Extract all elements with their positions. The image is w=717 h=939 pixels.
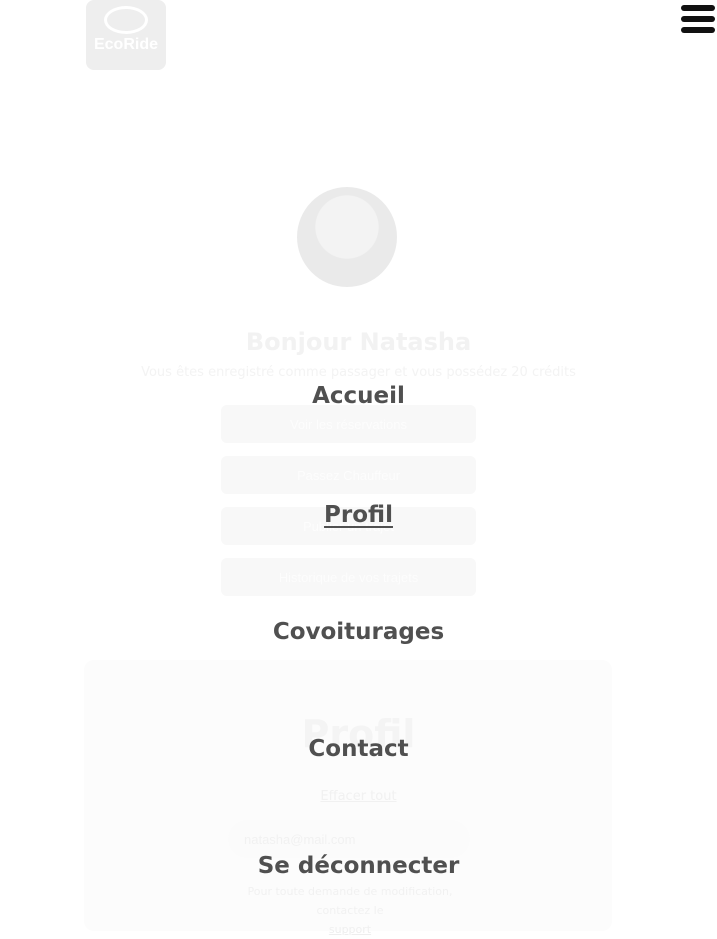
become-driver-button[interactable]: Passez Chauffeur	[221, 456, 476, 494]
profile-greeting: Bonjour Natasha	[245, 328, 472, 357]
account-status-text: Vous êtes enregistré comme passager et v…	[141, 365, 576, 380]
ecoride-logo[interactable]: EcoRide	[86, 0, 166, 70]
view-bookings-button[interactable]: Voir les réservations	[221, 405, 476, 443]
menu-icon-bar-top	[681, 5, 715, 11]
menu-item-covoiturages[interactable]: Covoiturages	[0, 619, 717, 645]
car-leaf-logo-icon	[104, 6, 148, 34]
user-avatar	[297, 187, 397, 287]
support-help-label: Pour toute demande de modification, cont…	[247, 885, 453, 917]
menu-item-profil-label: Profil	[324, 502, 393, 528]
menu-item-logout[interactable]: Se déconnecter	[0, 853, 717, 879]
trip-history-button[interactable]: Historique de vos trajets	[221, 558, 476, 596]
clear-all-link[interactable]: Effacer tout	[0, 789, 717, 804]
menu-icon-bar-middle	[681, 16, 715, 22]
menu-item-profil[interactable]: Profil	[0, 502, 717, 528]
profile-page: EcoRide Bonjour Natasha Vous êtes enregi…	[0, 0, 717, 936]
support-help-text: Pour toute demande de modification, cont…	[230, 882, 470, 939]
support-link[interactable]: support	[230, 920, 470, 939]
menu-icon-bar-bottom	[681, 27, 715, 33]
logo-label: EcoRide	[93, 36, 158, 53]
menu-item-accueil[interactable]: Accueil	[0, 383, 717, 409]
menu-toggle-button[interactable]	[681, 4, 715, 34]
menu-item-contact[interactable]: Contact	[0, 736, 717, 762]
